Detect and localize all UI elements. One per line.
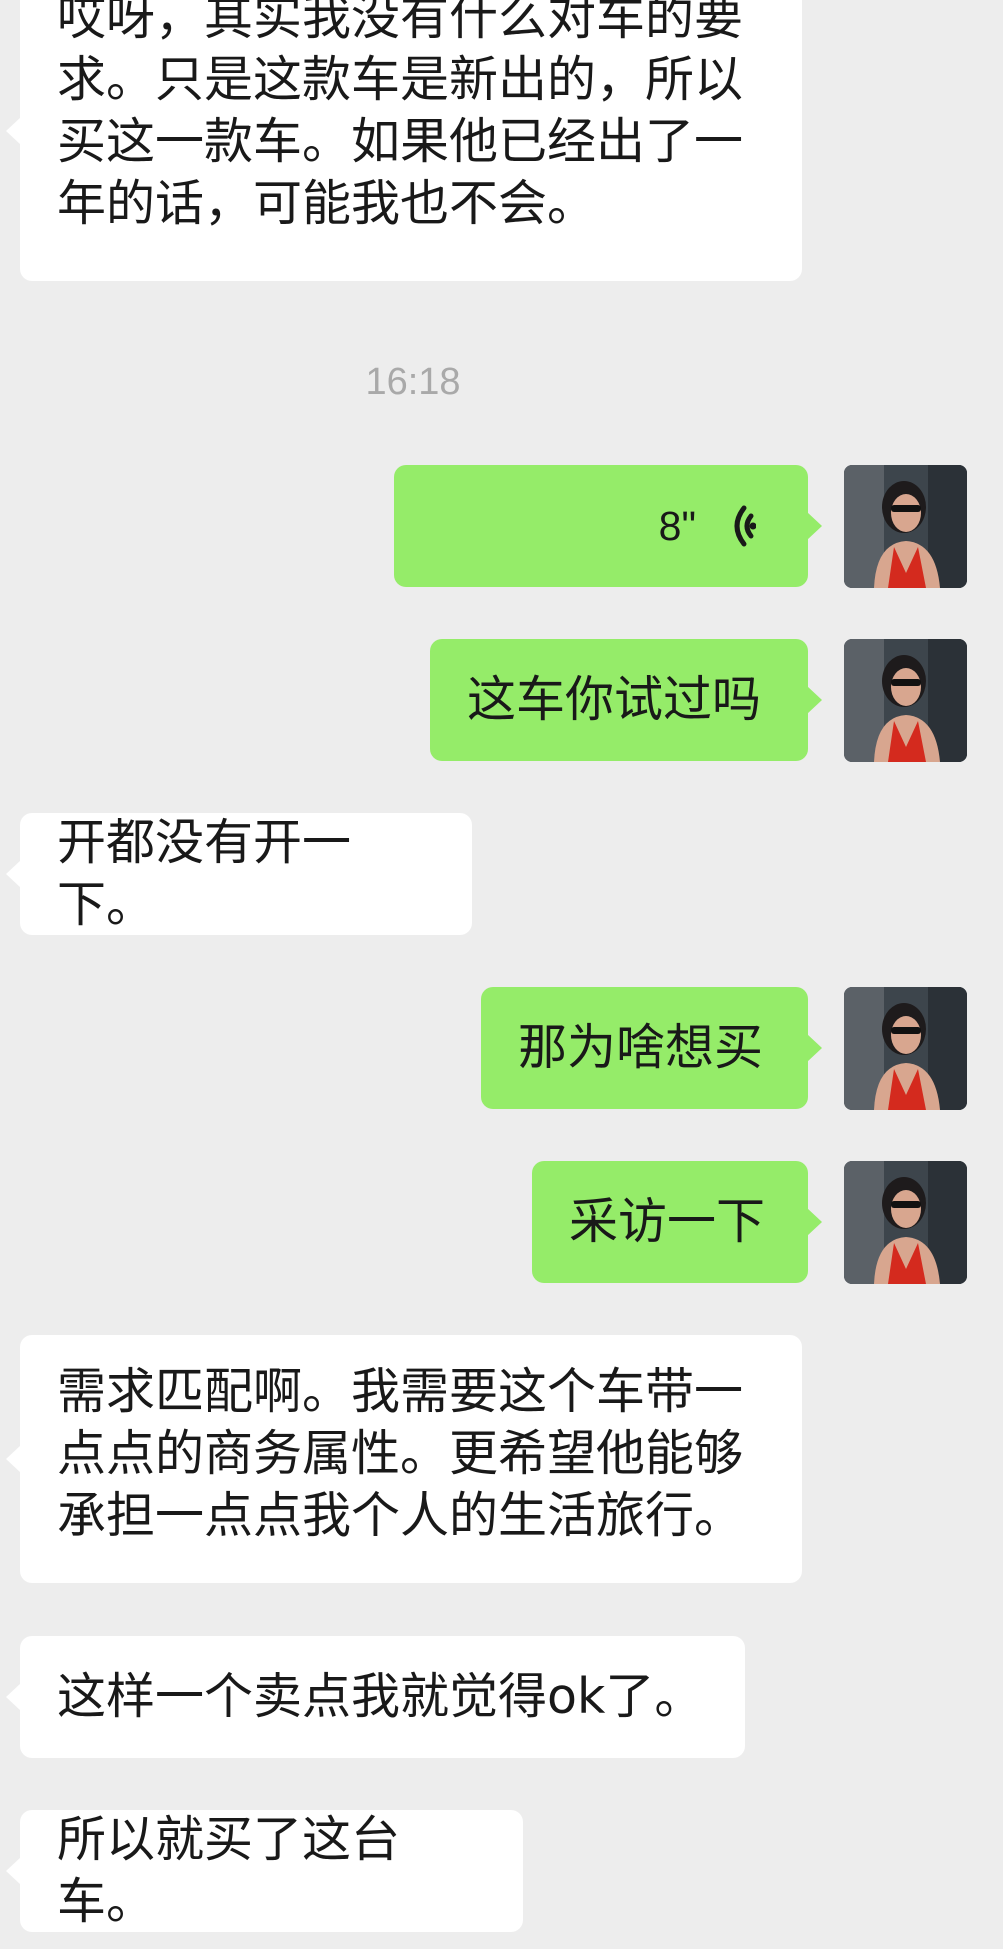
message-text: 哎呀，其实我没有什么对车的要求。只是这款车是新出的，所以买这一款车。如果他已经出… [57,0,744,232]
sent-message[interactable]: 这车你试过吗 [430,639,822,761]
user-avatar[interactable] [844,639,967,762]
message-text: 采访一下 [569,1193,766,1250]
message-text: 需求匹配啊。我需要这个车带一点点的商务属性。更希望他能够承担一点点我个人的生活旅… [57,1363,744,1544]
received-message[interactable]: 开都没有开一下。 [6,813,472,935]
user-avatar[interactable] [844,987,967,1110]
message-text: 那为啥想买 [518,1019,764,1076]
message-text: 所以就买了这台车。 [57,1811,401,1930]
message-text: 这车你试过吗 [467,671,762,728]
message-text: 这样一个卖点我就觉得ok了。 [57,1668,704,1725]
voice-duration: 8" [658,503,696,549]
sent-message[interactable]: 采访一下 [532,1161,822,1283]
timestamp: 16:18 [365,361,461,403]
user-avatar[interactable] [844,1161,967,1284]
received-message[interactable]: 所以就买了这台车。 [6,1810,523,1932]
message-text: 开都没有开一下。 [57,814,352,933]
received-message[interactable]: 需求匹配啊。我需要这个车带一点点的商务属性。更希望他能够承担一点点我个人的生活旅… [6,1335,802,1583]
sent-message[interactable]: 那为啥想买 [481,987,822,1109]
voice-wave-icon [734,505,756,547]
received-message[interactable]: 哎呀，其实我没有什么对车的要求。只是这款车是新出的，所以买这一款车。如果他已经出… [6,0,802,281]
voice-message[interactable]: 8" [394,465,822,587]
user-avatar[interactable] [844,465,967,588]
received-message[interactable]: 这样一个卖点我就觉得ok了。 [6,1636,745,1758]
